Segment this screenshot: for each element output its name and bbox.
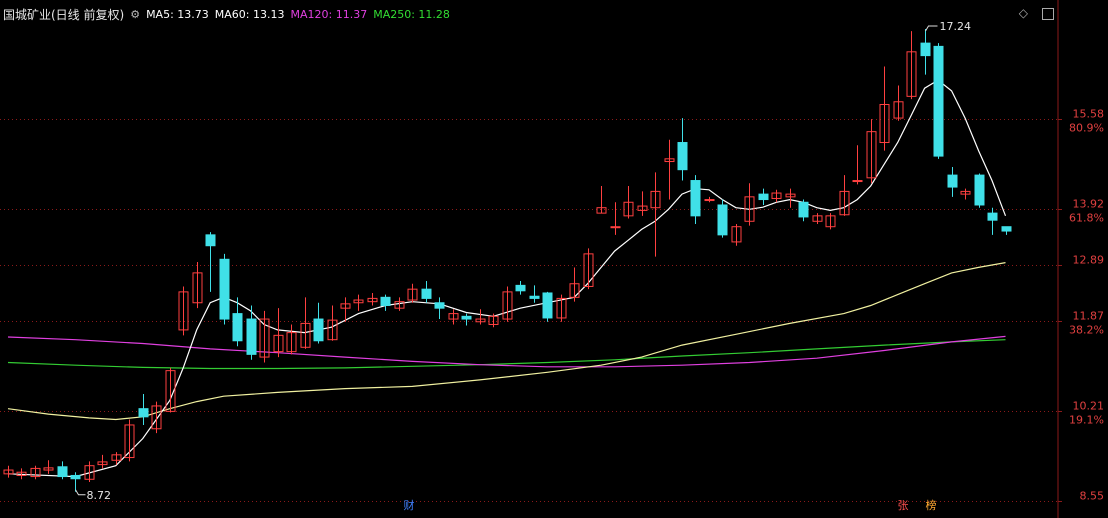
low-annotation: 8.72 [87, 489, 112, 502]
candle-body [138, 408, 149, 418]
ma5-line [7, 79, 1007, 478]
y-tick-label: 12.89 [1073, 254, 1105, 267]
candle-body [57, 466, 68, 478]
candle-body [246, 318, 257, 355]
ma60-label: MA60: 13.13 [214, 7, 285, 21]
finance-badge[interactable]: 财 [402, 499, 416, 513]
candlestick-chart[interactable]: 15.5880.9% 13.9261.8% 12.89 11.8738.2% 10.21… [0, 0, 1108, 518]
candle-body [947, 174, 958, 188]
candle-body [461, 315, 472, 320]
ma250-label: MA250: 11.28 [373, 7, 450, 21]
stock-title: 国城矿业(日线 前复权) [3, 7, 125, 22]
y-tick-label: 10.21 [1073, 400, 1105, 413]
ma60-line [7, 262, 1006, 421]
candle-body [219, 258, 230, 320]
candle-body [933, 45, 944, 157]
candle-body [987, 212, 998, 221]
candle-body [717, 204, 728, 236]
candle-body [610, 226, 621, 229]
candle-body [690, 180, 701, 217]
limit-up-badge[interactable]: 张 [896, 499, 910, 513]
ma5-label: MA5: 13.73 [146, 7, 209, 21]
candle-body [974, 174, 985, 206]
candle-body [205, 234, 216, 247]
gear-icon[interactable]: ⚙ [130, 8, 140, 21]
candle-body [677, 142, 688, 171]
candle-body [70, 474, 81, 480]
rank-badge[interactable]: 榜 [924, 499, 938, 513]
retracement-label: 61.8% [1069, 212, 1104, 225]
y-tick-label: 15.58 [1073, 108, 1105, 121]
candle-body [313, 318, 324, 342]
y-tick-label: 11.87 [1073, 310, 1105, 323]
candle-body [758, 193, 769, 201]
chart-tools: ◇ [1019, 6, 1054, 20]
candle-body [515, 284, 526, 292]
low-pointer [75, 489, 86, 496]
y-tick-label: 8.55 [1080, 490, 1105, 503]
candle-body [529, 295, 540, 299]
candle-body [380, 296, 391, 306]
candle-body [421, 288, 432, 299]
window-icon[interactable] [1042, 8, 1054, 20]
candle-body [542, 292, 553, 319]
retracement-label: 80.9% [1069, 122, 1104, 135]
candle-body [434, 302, 445, 309]
ma120-line [7, 335, 1006, 368]
high-pointer [925, 25, 938, 32]
candle-body [1001, 226, 1012, 232]
diamond-icon[interactable]: ◇ [1019, 6, 1028, 20]
y-tick-label: 13.92 [1073, 198, 1105, 211]
high-annotation: 17.24 [940, 20, 972, 33]
chart-header: 国城矿业(日线 前复权) ⚙ MA5: 13.73 MA60: 13.13 MA… [3, 6, 450, 22]
candle-body [852, 180, 863, 183]
retracement-label: 38.2% [1069, 324, 1104, 337]
candle-body [798, 201, 809, 218]
candle-body [232, 313, 243, 342]
ma120-label: MA120: 11.37 [290, 7, 368, 21]
candle-body [704, 199, 715, 202]
retracement-label: 19.1% [1069, 414, 1104, 427]
candle-body [920, 42, 931, 57]
